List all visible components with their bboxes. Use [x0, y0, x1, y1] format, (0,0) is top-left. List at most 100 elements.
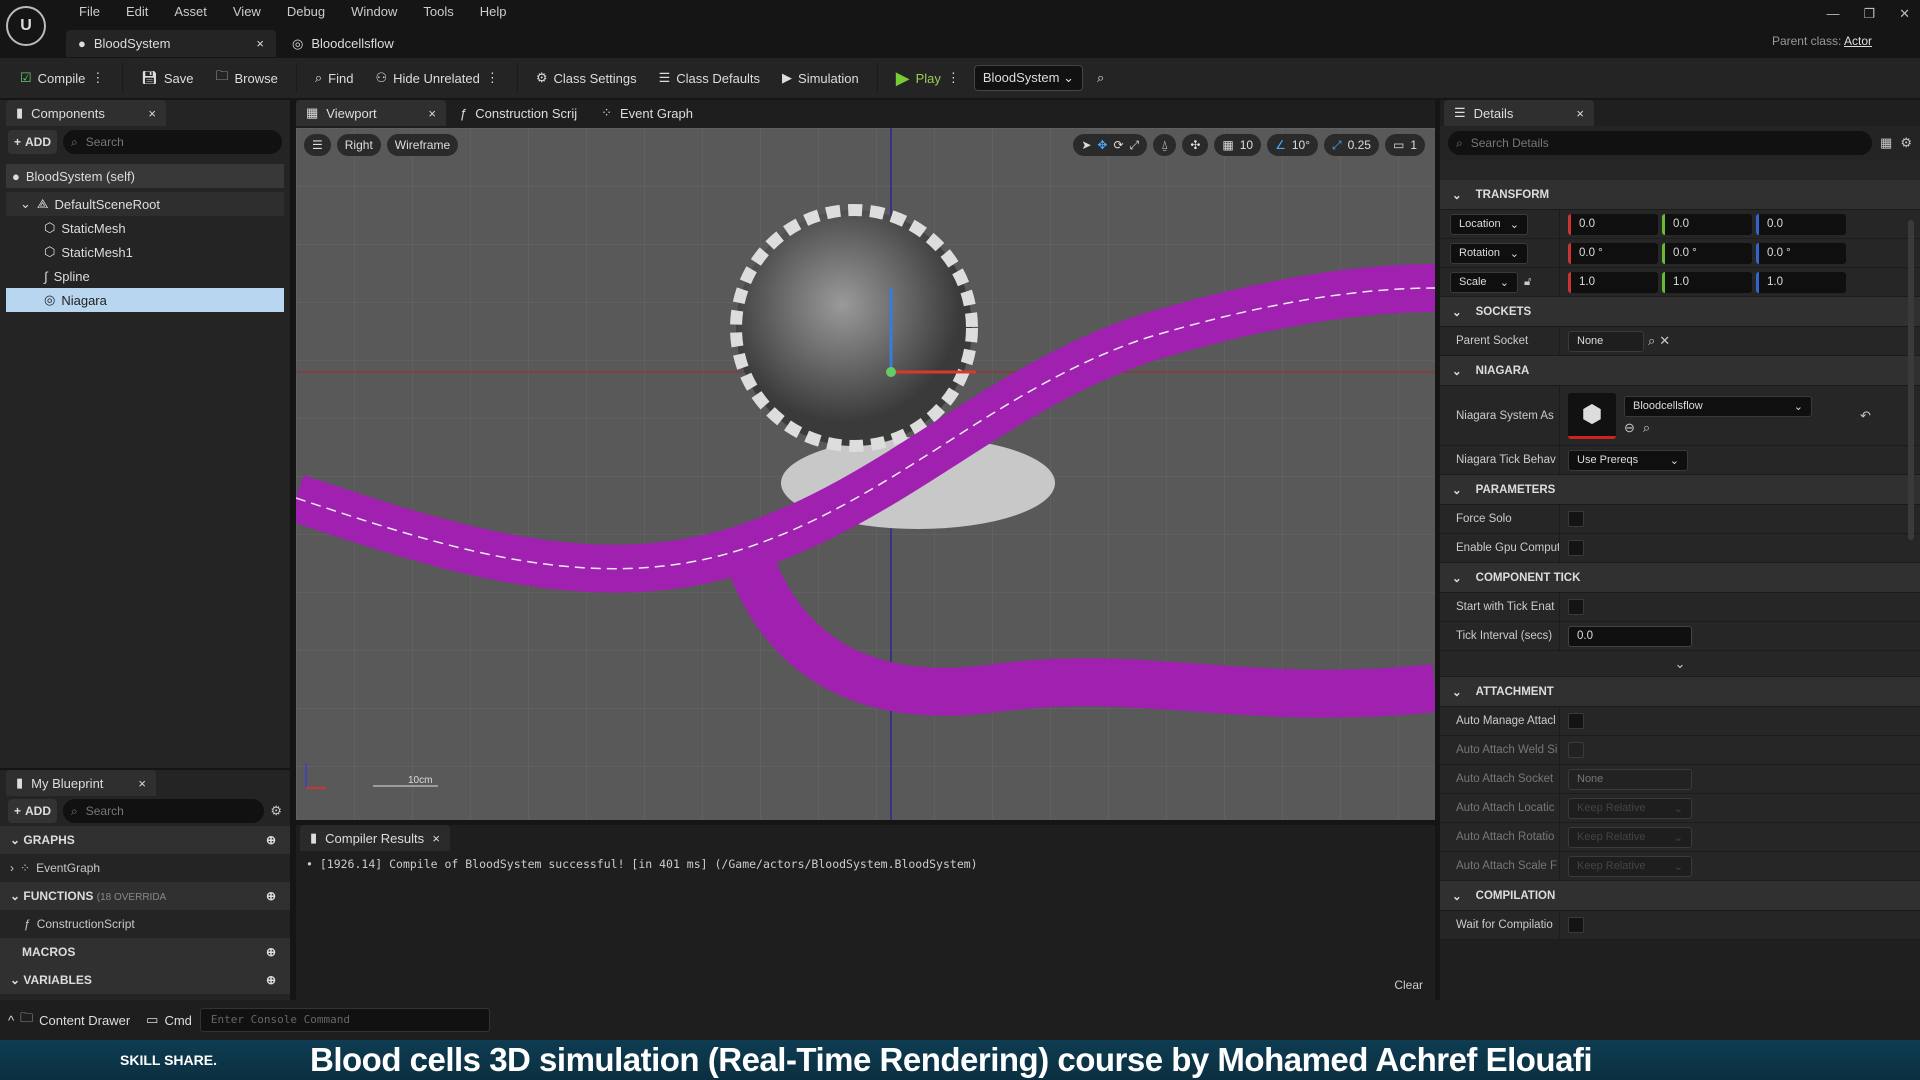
menu-help[interactable]: Help: [467, 3, 520, 21]
menu-edit[interactable]: Edit: [113, 3, 161, 21]
menu-view[interactable]: View: [220, 3, 274, 21]
add-circle-icon[interactable]: ⊕: [266, 889, 276, 903]
tree-item-defaultsceneroot[interactable]: ⌄ ⟁ DefaultSceneRoot: [6, 192, 284, 216]
components-tab[interactable]: ▮ Components ×: [6, 100, 166, 126]
lock-icon[interactable]: 🔓︎: [1524, 276, 1531, 289]
maximize-icon[interactable]: ❐: [1863, 6, 1875, 22]
tree-item-spline[interactable]: ∫ Spline: [6, 264, 284, 288]
tree-item-staticmesh[interactable]: ⬡ StaticMesh: [6, 216, 284, 240]
doc-tab-bloodcellsflow[interactable]: ◎ Bloodcellsflow: [280, 30, 406, 57]
tab-viewport[interactable]: ▦ Viewport ×: [296, 100, 446, 126]
content-drawer-button[interactable]: ^ 🗀 Content Drawer: [0, 1005, 138, 1035]
menu-file[interactable]: File: [66, 3, 113, 21]
cmd-button[interactable]: ▭ Cmd: [138, 1008, 200, 1032]
clear-icon[interactable]: ✕: [1659, 333, 1670, 349]
close-icon[interactable]: ×: [138, 776, 146, 791]
tick-behavior-dropdown[interactable]: Use Prereqs ⌄: [1568, 449, 1688, 471]
browse-button[interactable]: 🗀 Browse: [208, 63, 286, 93]
table-view-icon[interactable]: ▦: [1880, 135, 1892, 151]
rotation-x-input[interactable]: 0.0 °: [1568, 242, 1658, 264]
wait-for-compilation-checkbox[interactable]: [1568, 917, 1584, 933]
more-options-icon[interactable]: ⋮: [947, 70, 960, 86]
asset-thumbnail-icon[interactable]: ⬢: [1568, 392, 1616, 439]
section-transform[interactable]: ⌄ TRANSFORM: [1440, 180, 1920, 210]
menu-debug[interactable]: Debug: [274, 3, 338, 21]
save-button[interactable]: 💾︎ Save: [133, 66, 201, 90]
move-icon[interactable]: ✥: [1097, 138, 1107, 152]
rotation-snap-button[interactable]: ∠ 10°: [1267, 134, 1318, 156]
close-icon[interactable]: ×: [428, 106, 436, 121]
search-icon[interactable]: ⌕: [1648, 333, 1655, 349]
section-component-tick[interactable]: ⌄ COMPONENT TICK: [1440, 563, 1920, 593]
start-with-tick-checkbox[interactable]: [1568, 599, 1584, 615]
menu-window[interactable]: Window: [338, 3, 410, 21]
force-solo-checkbox[interactable]: [1568, 511, 1584, 527]
minimize-icon[interactable]: —: [1826, 6, 1839, 22]
compiler-results-tab[interactable]: ▮ Compiler Results ×: [300, 825, 450, 851]
rotate-icon[interactable]: ⟳: [1113, 138, 1123, 152]
close-window-icon[interactable]: ✕: [1899, 6, 1910, 22]
section-sockets[interactable]: ⌄ SOCKETS: [1440, 297, 1920, 327]
close-icon[interactable]: ×: [256, 36, 264, 51]
add-circle-icon[interactable]: ⊕: [266, 833, 276, 847]
debug-object-dropdown[interactable]: BloodSystem ⌄: [973, 65, 1084, 91]
more-options-icon[interactable]: ⋮: [486, 70, 499, 86]
close-icon[interactable]: ×: [148, 106, 156, 121]
add-component-button[interactable]: + ADD: [8, 130, 58, 154]
menu-tools[interactable]: Tools: [410, 3, 466, 21]
doc-tab-bloodsystem[interactable]: ● BloodSystem ×: [66, 30, 276, 57]
tab-event-graph[interactable]: ⁘ Event Graph: [591, 100, 703, 126]
render-mode-button[interactable]: Wireframe: [386, 134, 459, 156]
hide-unrelated-button[interactable]: ⚇ Hide Unrelated ⋮: [367, 66, 506, 90]
scale-snap-button[interactable]: ⤢ 0.25: [1324, 134, 1379, 156]
compile-button[interactable]: ☑ Compile ⋮: [12, 66, 112, 90]
gear-icon[interactable]: ⚙: [1900, 135, 1912, 151]
close-icon[interactable]: ×: [432, 831, 440, 846]
viewport-options-button[interactable]: ☰: [304, 134, 331, 156]
tree-item-self[interactable]: ● BloodSystem (self): [6, 164, 284, 188]
my-blueprint-tab[interactable]: ▮ My Blueprint ×: [6, 770, 156, 796]
select-icon[interactable]: ➤: [1081, 138, 1091, 152]
camera-speed-button[interactable]: ▭ 1: [1384, 134, 1425, 156]
advanced-expander[interactable]: ⌄: [1440, 651, 1920, 677]
clear-button[interactable]: Clear: [1394, 978, 1423, 992]
location-x-input[interactable]: 0.0: [1568, 213, 1658, 235]
class-defaults-button[interactable]: ☰ Class Defaults: [651, 66, 768, 90]
enable-gpu-checkbox[interactable]: [1568, 540, 1584, 556]
console-command-input[interactable]: Enter Console Command: [199, 1008, 490, 1032]
unreal-logo[interactable]: U: [6, 6, 46, 46]
add-member-button[interactable]: + ADD: [8, 799, 58, 823]
parent-socket-field[interactable]: None: [1568, 330, 1644, 352]
location-dropdown[interactable]: Location ⌄: [1450, 213, 1528, 235]
gear-icon[interactable]: ⚙: [270, 803, 282, 819]
add-circle-icon[interactable]: ⊕: [266, 973, 276, 987]
tree-item-niagara[interactable]: ◎ Niagara: [6, 288, 284, 312]
rotation-z-input[interactable]: 0.0 °: [1756, 242, 1846, 264]
browse-asset-icon[interactable]: ⌕: [1643, 420, 1650, 436]
rotation-dropdown[interactable]: Rotation ⌄: [1450, 242, 1528, 264]
menu-asset[interactable]: Asset: [161, 3, 220, 21]
tick-interval-input[interactable]: 0.0: [1568, 625, 1692, 647]
gizmo-origin[interactable]: [886, 367, 896, 377]
my-blueprint-search-input[interactable]: ⌕ Search: [63, 799, 265, 823]
location-z-input[interactable]: 0.0: [1756, 213, 1846, 235]
construction-script-item[interactable]: ƒ ConstructionScript: [0, 910, 290, 938]
parent-class-link[interactable]: Actor: [1844, 34, 1872, 48]
scale-dropdown[interactable]: Scale ⌄: [1450, 271, 1518, 293]
graphs-section[interactable]: ⌄ GRAPHS ⊕: [0, 826, 290, 854]
variables-section[interactable]: ⌄ VARIABLES ⊕: [0, 966, 290, 994]
components-search-input[interactable]: ⌕ Search: [63, 130, 282, 154]
tree-item-staticmesh1[interactable]: ⬡ StaticMesh1: [6, 240, 284, 264]
section-parameters[interactable]: ⌄ PARAMETERS: [1440, 475, 1920, 505]
scale-y-input[interactable]: 1.0: [1662, 271, 1752, 293]
section-compilation[interactable]: ⌄ COMPILATION: [1440, 881, 1920, 911]
add-circle-icon[interactable]: ⊕: [266, 945, 276, 959]
close-icon[interactable]: ×: [1576, 106, 1584, 121]
grid-snap-button[interactable]: ▦ 10: [1214, 134, 1262, 156]
simulation-button[interactable]: ▶ Simulation: [774, 66, 867, 90]
event-graph-item[interactable]: › ⁘ EventGraph: [0, 854, 290, 882]
auto-manage-checkbox[interactable]: [1568, 713, 1584, 729]
functions-section[interactable]: ⌄ FUNCTIONS (18 OVERRIDA ⊕: [0, 882, 290, 910]
more-options-icon[interactable]: ⋮: [91, 70, 104, 86]
viewport[interactable]: 10cm ☰ Right Wireframe ➤ ✥ ⟳ ⤢ ⍙ ✣ ▦ 10 ∠ 10°…: [296, 128, 1435, 820]
